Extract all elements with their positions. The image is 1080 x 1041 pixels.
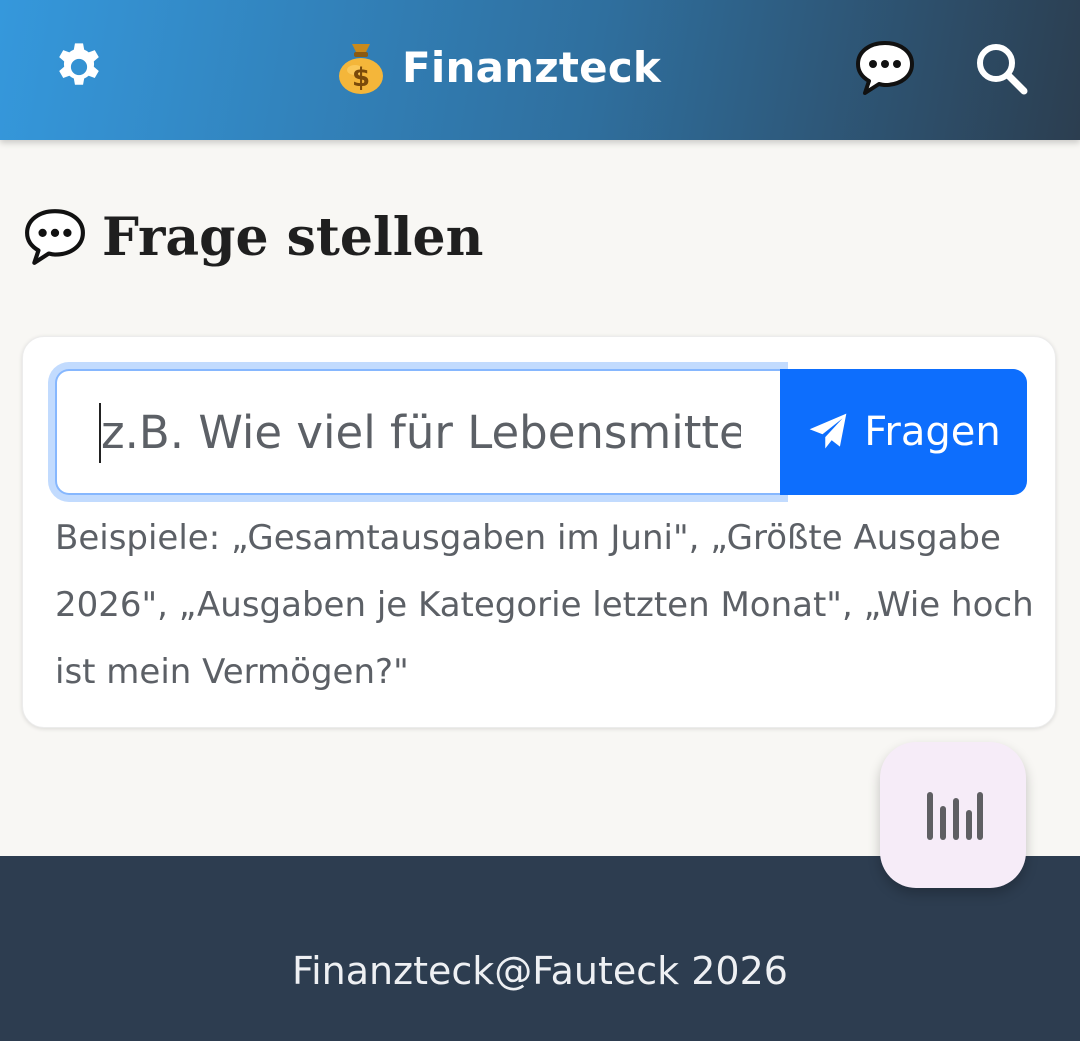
gear-icon: [59, 43, 99, 85]
app-title: Finanzteck: [402, 42, 662, 92]
voice-wave-icon: [927, 792, 983, 840]
footer-text: Finanzteck@Fauteck 2026: [292, 948, 788, 993]
text-cursor: [99, 403, 101, 463]
speech-bubble-icon: [856, 41, 914, 95]
settings-button[interactable]: [50, 38, 108, 96]
paper-plane-icon: [809, 413, 847, 449]
chat-button[interactable]: [852, 36, 918, 100]
money-bag-icon: $: [339, 44, 383, 94]
search-icon: [977, 44, 1028, 95]
brand[interactable]: $ Finanzteck: [334, 36, 661, 98]
ask-button-label: Fragen: [864, 409, 1001, 455]
speech-bubble-icon: [25, 209, 85, 265]
voice-input-button[interactable]: [880, 742, 1026, 888]
app-header: $ Finanzteck: [0, 0, 1080, 140]
examples-text: Beispiele: „Gesamtausgaben im Juni", „Gr…: [55, 518, 1034, 692]
question-input[interactable]: [55, 369, 781, 495]
page-title: Frage stellen: [102, 206, 484, 268]
ask-button[interactable]: Fragen: [780, 369, 1027, 495]
page-title-row: Frage stellen: [22, 204, 483, 270]
search-button[interactable]: [968, 36, 1034, 100]
svg-text:$: $: [352, 63, 370, 93]
question-card: Fragen Beispiele: „Gesamtausgaben im Jun…: [22, 336, 1056, 728]
